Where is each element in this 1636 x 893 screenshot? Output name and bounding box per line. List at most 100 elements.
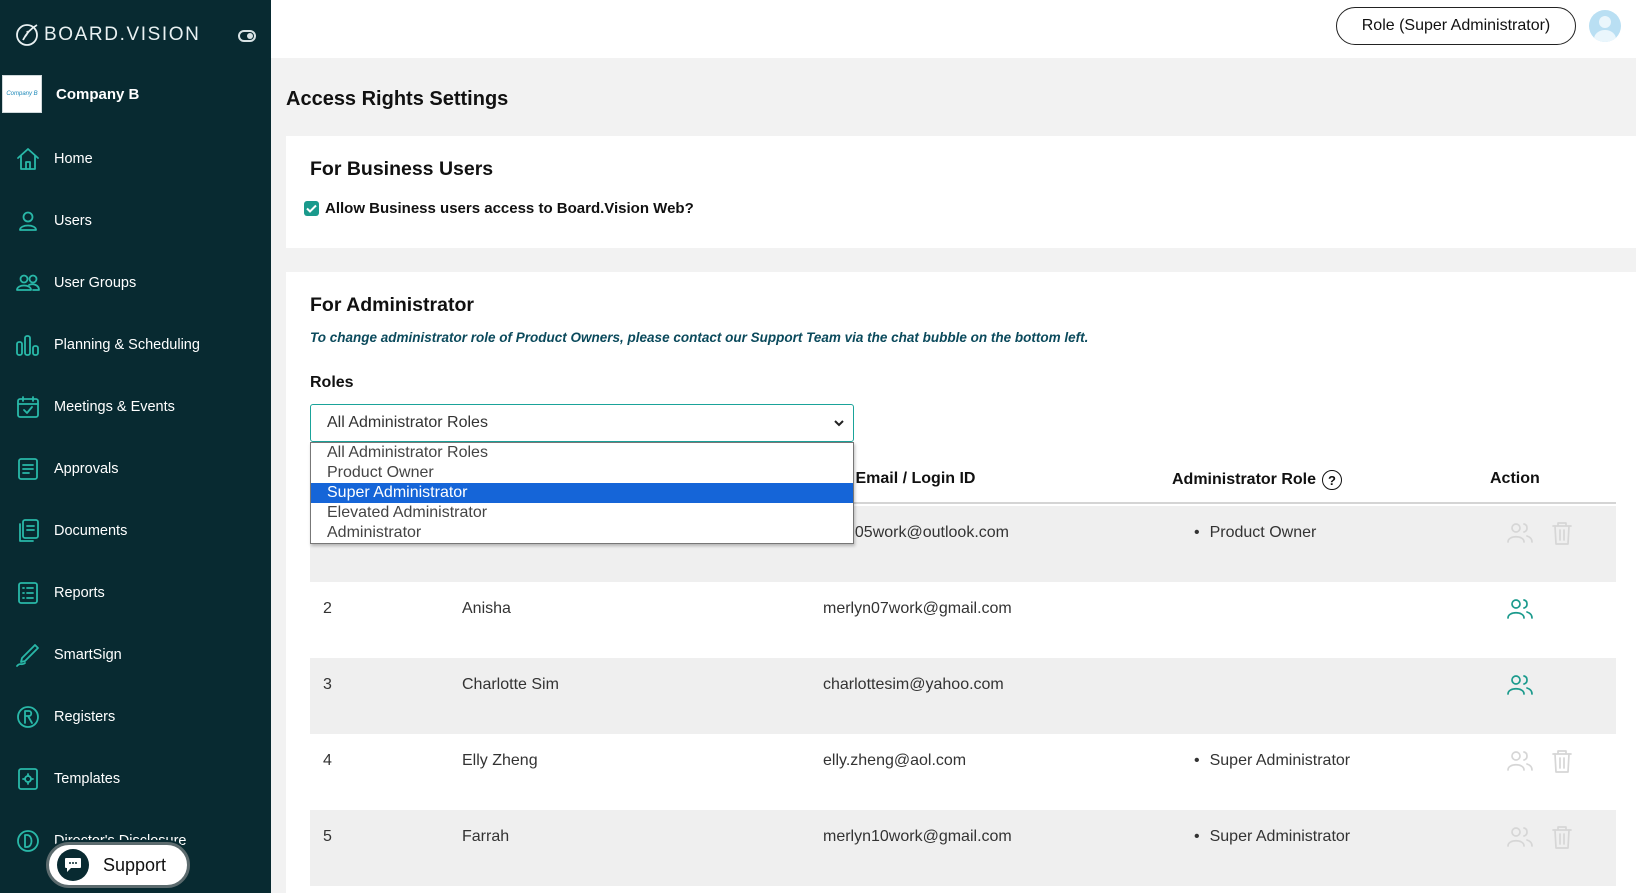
- pen-icon: [14, 641, 42, 669]
- sidebar-item-user-groups[interactable]: User Groups: [0, 252, 271, 314]
- row-email: elly.zheng@aol.com: [823, 752, 967, 769]
- column-administrator-role-label: Administrator Role: [1172, 471, 1317, 488]
- roles-option-administrator[interactable]: Administrator: [311, 523, 853, 543]
- business-access-checkbox[interactable]: [304, 201, 319, 216]
- sidebar-item-label: SmartSign: [54, 647, 122, 663]
- reports-icon: [14, 579, 42, 607]
- row-role: Product Owner: [1194, 524, 1317, 542]
- help-icon[interactable]: ?: [1322, 470, 1343, 490]
- roles-select-value: All Administrator Roles: [327, 414, 488, 431]
- user-icon: [14, 207, 42, 235]
- sidebar-item-label: Approvals: [54, 461, 119, 477]
- column-administrator-role: Administrator Role ?: [1172, 470, 1343, 490]
- business-access-label: Allow Business users access to Board.Vis…: [325, 200, 694, 217]
- sidebar-item-registers[interactable]: Registers: [0, 686, 271, 748]
- sidebar-item-templates[interactable]: Templates: [0, 748, 271, 810]
- row-role: Super Administrator: [1194, 752, 1351, 770]
- row-email: merlyn07work@gmail.com: [823, 600, 1012, 617]
- table-row: 5 Farrah merlyn10work@gmail.com Super Ad…: [310, 810, 1616, 886]
- business-users-title: For Business Users: [310, 158, 494, 180]
- business-users-section: For Business Users Allow Business users …: [286, 136, 1636, 248]
- column-action: Action: [1490, 470, 1540, 487]
- row-number: 2: [323, 600, 332, 617]
- calendar-icon: [14, 393, 42, 421]
- chevron-down-icon: [834, 420, 844, 427]
- sidebar-item-meetings[interactable]: Meetings & Events: [0, 376, 271, 438]
- sidebar-toggle-icon[interactable]: [238, 30, 256, 42]
- administrator-section: For Administrator To change administrato…: [286, 272, 1636, 893]
- sidebar-item-label: Templates: [54, 771, 121, 787]
- assign-role-icon: [1506, 748, 1534, 779]
- home-icon: [14, 145, 42, 173]
- sidebar-item-label: Home: [54, 151, 93, 167]
- sidebar-item-label: Users: [54, 213, 92, 229]
- table-row: 4 Elly Zheng elly.zheng@aol.com Super Ad…: [310, 734, 1616, 810]
- row-name: Anisha: [462, 600, 511, 617]
- roles-select[interactable]: All Administrator Roles: [310, 404, 854, 442]
- row-name: Elly Zheng: [462, 752, 538, 769]
- sidebar-item-label: Registers: [54, 709, 116, 725]
- sidebar-nav: Home Users User Groups Planning & Schedu…: [0, 128, 271, 872]
- administrator-note: To change administrator role of Product …: [310, 330, 1089, 345]
- user-group-icon: [14, 269, 42, 297]
- role-switcher-button[interactable]: Role (Super Administrator): [1336, 7, 1576, 45]
- delete-icon: [1548, 520, 1576, 551]
- sidebar-item-users[interactable]: Users: [0, 190, 271, 252]
- sidebar-item-label: Planning & Scheduling: [54, 337, 200, 353]
- chat-bubble-icon: [57, 849, 89, 881]
- roles-option-all[interactable]: All Administrator Roles: [311, 443, 853, 463]
- sidebar-item-documents[interactable]: Documents: [0, 500, 271, 562]
- disclosure-icon: [14, 827, 42, 855]
- assign-role-icon[interactable]: [1506, 596, 1534, 627]
- roles-option-elevated-administrator[interactable]: Elevated Administrator: [311, 503, 853, 523]
- table-row: 3 Charlotte Sim charlottesim@yahoo.com: [310, 658, 1616, 734]
- row-number: 4: [323, 752, 332, 769]
- row-role: Super Administrator: [1194, 828, 1351, 846]
- sidebar-item-smartsign[interactable]: SmartSign: [0, 624, 271, 686]
- sidebar-item-label: Documents: [54, 523, 128, 539]
- sidebar-item-label: Reports: [54, 585, 105, 601]
- documents-icon: [14, 517, 42, 545]
- approval-icon: [14, 455, 42, 483]
- support-label: Support: [103, 854, 167, 875]
- assign-role-icon: [1506, 520, 1534, 551]
- sidebar-item-planning[interactable]: Planning & Scheduling: [0, 314, 271, 376]
- company-logo: Company B: [2, 75, 42, 113]
- assign-role-icon[interactable]: [1506, 672, 1534, 703]
- roles-option-product-owner[interactable]: Product Owner: [311, 463, 853, 483]
- row-name: Charlotte Sim: [462, 676, 559, 693]
- table-row: 2 Anisha merlyn07work@gmail.com: [310, 582, 1616, 658]
- company-switcher[interactable]: Company B Company B: [0, 74, 271, 114]
- roles-option-super-administrator[interactable]: Super Administrator: [311, 483, 853, 503]
- roles-dropdown-list: All Administrator Roles Product Owner Su…: [310, 442, 854, 544]
- company-name: Company B: [56, 85, 140, 103]
- business-access-option: Allow Business users access to Board.Vis…: [304, 200, 694, 217]
- delete-icon: [1548, 748, 1576, 779]
- sidebar-item-reports[interactable]: Reports: [0, 562, 271, 624]
- administrator-title: For Administrator: [310, 294, 474, 316]
- row-email: charlottesim@yahoo.com: [823, 676, 1004, 693]
- sidebar-item-label: Meetings & Events: [54, 399, 175, 415]
- templates-icon: [14, 765, 42, 793]
- sidebar-item-approvals[interactable]: Approvals: [0, 438, 271, 500]
- row-number: 5: [323, 828, 332, 845]
- assign-role-icon: [1506, 824, 1534, 855]
- sidebar: BOARD.VISION Company B Company B Home Us…: [0, 0, 271, 893]
- brand-name: BOARD.VISION: [44, 24, 201, 45]
- row-number: 3: [323, 676, 332, 693]
- brand-icon: [16, 24, 38, 46]
- check-icon: [306, 204, 317, 213]
- roles-label: Roles: [310, 374, 354, 391]
- brand-logo[interactable]: BOARD.VISION: [14, 22, 200, 48]
- support-chat-button[interactable]: Support: [46, 842, 190, 888]
- delete-icon: [1548, 824, 1576, 855]
- row-email: merlyn10work@gmail.com: [823, 828, 1012, 845]
- sidebar-item-home[interactable]: Home: [0, 128, 271, 190]
- row-name: Farrah: [462, 828, 510, 845]
- planning-icon: [14, 331, 42, 359]
- page-title: Access Rights Settings: [286, 88, 509, 110]
- row-email: yn05work@outlook.com: [838, 524, 1009, 541]
- avatar[interactable]: [1589, 10, 1621, 42]
- registers-icon: [14, 703, 42, 731]
- sidebar-item-label: User Groups: [54, 275, 137, 291]
